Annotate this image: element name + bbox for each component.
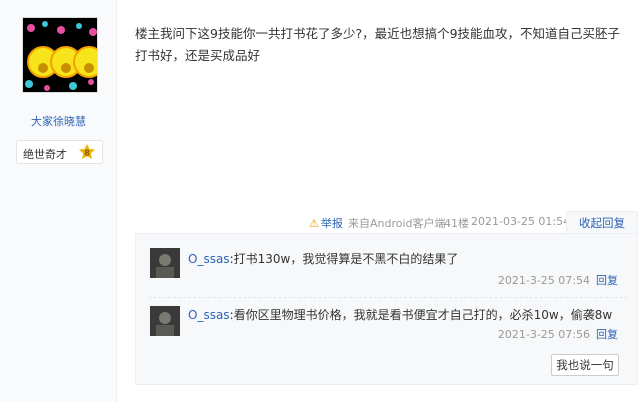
reply-username[interactable]: O_ssas [188,308,230,322]
level-number: 8 [84,149,90,158]
reply-username[interactable]: O_ssas [188,252,230,266]
floor-number: 41楼 [444,217,469,230]
author-name[interactable]: 大家徐晓慧 [0,113,117,129]
level-badge-icon: 8 [77,143,97,163]
reply-avatar[interactable] [150,306,180,336]
post-content: 楼主我问下这9技能你一共打书花了多少?，最近也想搞个9技能血攻，不知道自己买胚子… [135,26,621,63]
add-reply-button[interactable]: 我也说一句 [551,354,619,376]
warning-icon: ⚠ [309,217,319,230]
report-label: 举报 [320,217,343,230]
author-sidebar: 大家徐晓慧 绝世奇才 8 [0,0,117,402]
client-source: 来自Android客户端 [348,217,446,230]
reply-text-line: O_ssas:看你区里物理书价格，我就是看书便宜才自己打的，必杀10w，偷袭8w [188,308,613,322]
reply-meta: 2021-3-25 07:56 回复 [498,326,618,342]
report-link[interactable]: ⚠ 举报 [309,215,343,231]
author-avatar[interactable] [22,17,98,93]
author-rank-box: 绝世奇才 8 [16,140,103,164]
post-time: 2021-03-25 01:54 [471,215,571,228]
post-meta: ⚠ 举报 来自Android客户端 41楼 2021-03-25 01:54 收起… [135,211,640,235]
reply-item: O_ssas:看你区里物理书价格，我就是看书便宜才自己打的，必杀10w，偷袭8w… [148,297,628,345]
reply-time: 2021-3-25 07:56 [497,328,590,341]
collapse-replies-button[interactable]: 收起回复 [566,211,638,235]
reply-text: 看你区里物理书价格，我就是看书便宜才自己打的，必杀10w，偷袭8w [233,308,613,322]
reply-text-line: O_ssas:打书130w，我觉得算是不黑不白的结果了 [188,252,459,266]
reply-text: 打书130w，我觉得算是不黑不白的结果了 [233,252,459,266]
reply-action-link[interactable]: 回复 [596,274,618,287]
reply-thread: O_ssas:打书130w，我觉得算是不黑不白的结果了 2021-3-25 07… [135,233,638,385]
reply-item: O_ssas:打书130w，我觉得算是不黑不白的结果了 2021-3-25 07… [148,244,628,292]
reply-meta: 2021-3-25 07:54 回复 [498,272,618,288]
reply-action-link[interactable]: 回复 [596,328,618,341]
reply-avatar[interactable] [150,248,180,278]
reply-time: 2021-3-25 07:54 [497,274,590,287]
author-rank-label: 绝世奇才 [23,148,67,161]
